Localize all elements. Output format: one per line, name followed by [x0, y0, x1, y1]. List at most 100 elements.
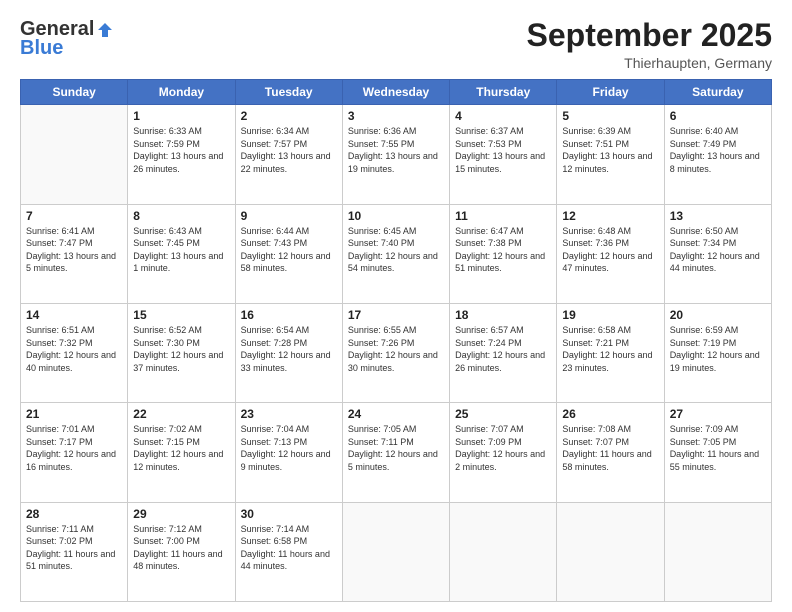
calendar-cell	[21, 105, 128, 204]
calendar-cell: 26 Sunrise: 7:08 AMSunset: 7:07 PMDaylig…	[557, 403, 664, 502]
title-block: September 2025 Thierhaupten, Germany	[527, 18, 772, 71]
calendar-cell: 13 Sunrise: 6:50 AMSunset: 7:34 PMDaylig…	[664, 204, 771, 303]
cell-text: Sunrise: 7:11 AMSunset: 7:02 PMDaylight:…	[26, 523, 122, 573]
calendar-cell: 19 Sunrise: 6:58 AMSunset: 7:21 PMDaylig…	[557, 303, 664, 402]
calendar-cell: 21 Sunrise: 7:01 AMSunset: 7:17 PMDaylig…	[21, 403, 128, 502]
cell-text: Sunrise: 6:43 AMSunset: 7:45 PMDaylight:…	[133, 225, 229, 275]
cell-text: Sunrise: 6:47 AMSunset: 7:38 PMDaylight:…	[455, 225, 551, 275]
day-number: 8	[133, 209, 229, 223]
cell-text: Sunrise: 6:51 AMSunset: 7:32 PMDaylight:…	[26, 324, 122, 374]
cell-text: Sunrise: 6:45 AMSunset: 7:40 PMDaylight:…	[348, 225, 444, 275]
day-number: 25	[455, 407, 551, 421]
cell-text: Sunrise: 6:34 AMSunset: 7:57 PMDaylight:…	[241, 125, 337, 175]
calendar-table: SundayMondayTuesdayWednesdayThursdayFrid…	[20, 79, 772, 602]
day-number: 21	[26, 407, 122, 421]
cell-text: Sunrise: 6:58 AMSunset: 7:21 PMDaylight:…	[562, 324, 658, 374]
cell-text: Sunrise: 6:37 AMSunset: 7:53 PMDaylight:…	[455, 125, 551, 175]
calendar-cell: 17 Sunrise: 6:55 AMSunset: 7:26 PMDaylig…	[342, 303, 449, 402]
cell-text: Sunrise: 7:05 AMSunset: 7:11 PMDaylight:…	[348, 423, 444, 473]
day-of-week-header: Friday	[557, 80, 664, 105]
month-title: September 2025	[527, 18, 772, 53]
calendar-cell: 15 Sunrise: 6:52 AMSunset: 7:30 PMDaylig…	[128, 303, 235, 402]
calendar-cell: 12 Sunrise: 6:48 AMSunset: 7:36 PMDaylig…	[557, 204, 664, 303]
cell-text: Sunrise: 6:39 AMSunset: 7:51 PMDaylight:…	[562, 125, 658, 175]
cell-text: Sunrise: 6:36 AMSunset: 7:55 PMDaylight:…	[348, 125, 444, 175]
calendar-cell: 14 Sunrise: 6:51 AMSunset: 7:32 PMDaylig…	[21, 303, 128, 402]
day-number: 27	[670, 407, 766, 421]
calendar-cell: 30 Sunrise: 7:14 AMSunset: 6:58 PMDaylig…	[235, 502, 342, 601]
day-of-week-header: Sunday	[21, 80, 128, 105]
day-number: 2	[241, 109, 337, 123]
calendar-week-row: 1 Sunrise: 6:33 AMSunset: 7:59 PMDayligh…	[21, 105, 772, 204]
calendar-cell: 25 Sunrise: 7:07 AMSunset: 7:09 PMDaylig…	[450, 403, 557, 502]
day-number: 26	[562, 407, 658, 421]
cell-text: Sunrise: 7:07 AMSunset: 7:09 PMDaylight:…	[455, 423, 551, 473]
day-number: 10	[348, 209, 444, 223]
logo: General Blue	[20, 18, 114, 60]
cell-text: Sunrise: 7:04 AMSunset: 7:13 PMDaylight:…	[241, 423, 337, 473]
day-number: 29	[133, 507, 229, 521]
logo-icon	[96, 21, 114, 39]
cell-text: Sunrise: 6:44 AMSunset: 7:43 PMDaylight:…	[241, 225, 337, 275]
day-number: 9	[241, 209, 337, 223]
day-number: 30	[241, 507, 337, 521]
calendar-week-row: 7 Sunrise: 6:41 AMSunset: 7:47 PMDayligh…	[21, 204, 772, 303]
day-number: 19	[562, 308, 658, 322]
calendar-cell: 4 Sunrise: 6:37 AMSunset: 7:53 PMDayligh…	[450, 105, 557, 204]
calendar-cell: 7 Sunrise: 6:41 AMSunset: 7:47 PMDayligh…	[21, 204, 128, 303]
day-number: 4	[455, 109, 551, 123]
day-of-week-header: Monday	[128, 80, 235, 105]
day-number: 18	[455, 308, 551, 322]
day-number: 5	[562, 109, 658, 123]
day-number: 7	[26, 209, 122, 223]
calendar-week-row: 14 Sunrise: 6:51 AMSunset: 7:32 PMDaylig…	[21, 303, 772, 402]
logo-blue-text: Blue	[20, 37, 63, 59]
page: General Blue September 2025 Thierhaupten…	[0, 0, 792, 612]
day-number: 1	[133, 109, 229, 123]
day-number: 6	[670, 109, 766, 123]
cell-text: Sunrise: 6:48 AMSunset: 7:36 PMDaylight:…	[562, 225, 658, 275]
cell-text: Sunrise: 6:57 AMSunset: 7:24 PMDaylight:…	[455, 324, 551, 374]
calendar-cell: 24 Sunrise: 7:05 AMSunset: 7:11 PMDaylig…	[342, 403, 449, 502]
day-number: 13	[670, 209, 766, 223]
calendar-week-row: 21 Sunrise: 7:01 AMSunset: 7:17 PMDaylig…	[21, 403, 772, 502]
calendar-cell: 5 Sunrise: 6:39 AMSunset: 7:51 PMDayligh…	[557, 105, 664, 204]
cell-text: Sunrise: 6:54 AMSunset: 7:28 PMDaylight:…	[241, 324, 337, 374]
calendar-cell: 2 Sunrise: 6:34 AMSunset: 7:57 PMDayligh…	[235, 105, 342, 204]
cell-text: Sunrise: 7:09 AMSunset: 7:05 PMDaylight:…	[670, 423, 766, 473]
calendar-cell: 28 Sunrise: 7:11 AMSunset: 7:02 PMDaylig…	[21, 502, 128, 601]
calendar-cell: 11 Sunrise: 6:47 AMSunset: 7:38 PMDaylig…	[450, 204, 557, 303]
cell-text: Sunrise: 7:08 AMSunset: 7:07 PMDaylight:…	[562, 423, 658, 473]
cell-text: Sunrise: 6:59 AMSunset: 7:19 PMDaylight:…	[670, 324, 766, 374]
header: General Blue September 2025 Thierhaupten…	[20, 18, 772, 71]
calendar-cell: 8 Sunrise: 6:43 AMSunset: 7:45 PMDayligh…	[128, 204, 235, 303]
day-number: 15	[133, 308, 229, 322]
day-of-week-header: Saturday	[664, 80, 771, 105]
calendar-cell: 9 Sunrise: 6:44 AMSunset: 7:43 PMDayligh…	[235, 204, 342, 303]
day-number: 23	[241, 407, 337, 421]
calendar-cell: 1 Sunrise: 6:33 AMSunset: 7:59 PMDayligh…	[128, 105, 235, 204]
cell-text: Sunrise: 7:01 AMSunset: 7:17 PMDaylight:…	[26, 423, 122, 473]
cell-text: Sunrise: 7:12 AMSunset: 7:00 PMDaylight:…	[133, 523, 229, 573]
calendar-cell: 6 Sunrise: 6:40 AMSunset: 7:49 PMDayligh…	[664, 105, 771, 204]
day-number: 28	[26, 507, 122, 521]
calendar-cell	[557, 502, 664, 601]
calendar-cell: 16 Sunrise: 6:54 AMSunset: 7:28 PMDaylig…	[235, 303, 342, 402]
cell-text: Sunrise: 6:55 AMSunset: 7:26 PMDaylight:…	[348, 324, 444, 374]
cell-text: Sunrise: 6:33 AMSunset: 7:59 PMDaylight:…	[133, 125, 229, 175]
calendar-cell: 23 Sunrise: 7:04 AMSunset: 7:13 PMDaylig…	[235, 403, 342, 502]
cell-text: Sunrise: 7:14 AMSunset: 6:58 PMDaylight:…	[241, 523, 337, 573]
day-number: 24	[348, 407, 444, 421]
calendar-cell	[342, 502, 449, 601]
calendar-cell: 29 Sunrise: 7:12 AMSunset: 7:00 PMDaylig…	[128, 502, 235, 601]
cell-text: Sunrise: 6:50 AMSunset: 7:34 PMDaylight:…	[670, 225, 766, 275]
day-of-week-header: Tuesday	[235, 80, 342, 105]
day-of-week-header: Thursday	[450, 80, 557, 105]
location: Thierhaupten, Germany	[527, 55, 772, 71]
day-number: 14	[26, 308, 122, 322]
calendar-cell	[664, 502, 771, 601]
day-number: 17	[348, 308, 444, 322]
day-number: 20	[670, 308, 766, 322]
calendar-cell: 27 Sunrise: 7:09 AMSunset: 7:05 PMDaylig…	[664, 403, 771, 502]
day-of-week-header: Wednesday	[342, 80, 449, 105]
